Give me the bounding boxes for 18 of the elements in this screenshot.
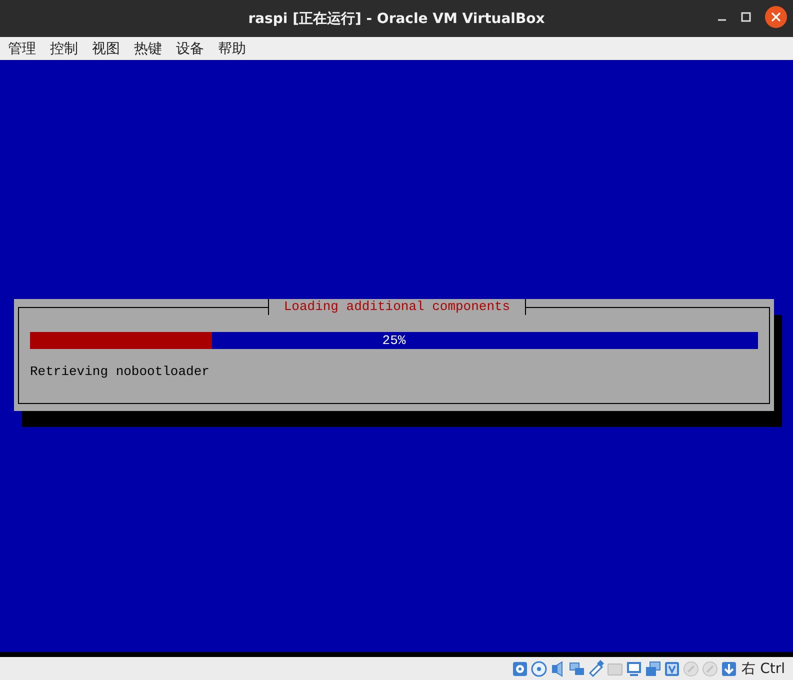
menu-item[interactable]: 热键 — [134, 40, 162, 58]
menu-item[interactable]: 设备 — [176, 40, 204, 58]
menu-item[interactable]: 帮助 — [218, 40, 246, 58]
optical-disc-icon[interactable] — [530, 660, 548, 678]
dialog-title: Loading additional components — [268, 299, 526, 315]
menu-item[interactable]: 控制 — [50, 40, 78, 58]
windows-icon[interactable] — [644, 660, 662, 678]
menu-item[interactable]: 管理 — [8, 40, 36, 58]
monitor-icon[interactable] — [624, 660, 643, 678]
maximize-icon[interactable] — [741, 12, 751, 22]
close-icon[interactable] — [765, 6, 787, 28]
window-title: raspi [正在运行] - Oracle VM VirtualBox — [248, 10, 545, 28]
menu-item[interactable]: 视图 — [92, 40, 120, 58]
status-message: Retrieving nobootloader — [30, 364, 210, 379]
host-key-label: 右 Ctrl — [742, 660, 785, 678]
network-icon[interactable] — [568, 660, 586, 678]
capture-icon[interactable] — [662, 660, 681, 678]
progress-reading: 25% — [382, 333, 406, 348]
